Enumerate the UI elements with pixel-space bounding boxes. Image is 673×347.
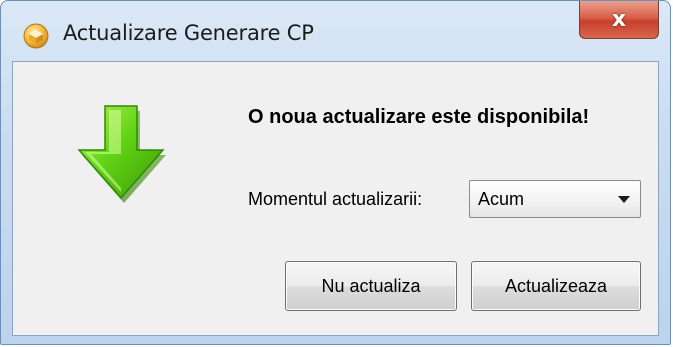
update-button-label: Actualizeaza [504,275,608,296]
no-update-button-label: Nu actualiza [321,275,421,296]
moment-label: Momentul actualizarii: [248,189,423,209]
no-update-button[interactable]: Nu actualiza [285,261,457,311]
moment-select-value: Acum [478,189,525,209]
close-icon: x [611,7,627,32]
title-bar[interactable]: Actualizare Generare CP x [1,1,670,61]
package-box-icon [23,23,49,49]
update-available-heading: O noua actualizare este disponibila! [248,106,590,128]
close-button[interactable]: x [579,1,659,39]
green-down-arrow-icon [77,105,166,203]
update-dialog-window: Actualizare Generare CP x O noua actuali… [0,0,671,345]
update-button[interactable]: Actualizeaza [471,261,641,311]
dialog-body: O noua actualizare este disponibila! Mom… [12,61,659,336]
window-title: Actualizare Generare CP [63,21,314,45]
moment-select[interactable]: Acum [469,180,641,218]
chevron-down-icon[interactable] [618,196,630,203]
